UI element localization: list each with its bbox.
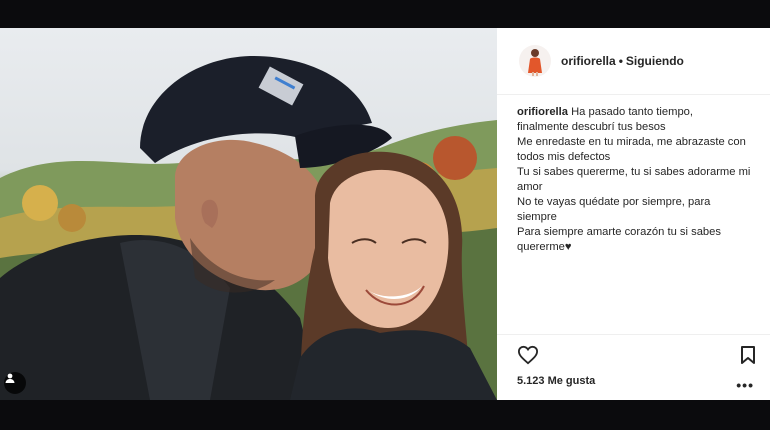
header-separator: • [618, 54, 623, 68]
post-actions: 5.123 Me gusta ••• [497, 334, 770, 401]
caption-line-1: orifiorella Ha pasado tanto tiempo, [517, 105, 757, 120]
likes-count[interactable]: 5.123 Me gusta [517, 375, 595, 387]
caption-line-4: todos mis defectos [517, 151, 611, 163]
more-options-icon[interactable]: ••• [736, 377, 754, 393]
photo-illustration [0, 55, 497, 400]
caption-line-9: Para siempre amarte corazón tu si sabes [517, 226, 721, 238]
post-header: orifiorella • Siguiendo [497, 28, 770, 95]
follow-status-button[interactable]: Siguiendo [626, 54, 684, 68]
caption-line-6: amor [517, 181, 543, 193]
caption-line-8: siempre [517, 211, 557, 223]
caption-line-10: quererme♥ [517, 241, 572, 253]
caption-text: Ha pasado tanto tiempo, [571, 106, 693, 118]
heart-outline-icon[interactable] [517, 345, 539, 365]
post-caption: orifiorella Ha pasado tanto tiempo, fina… [517, 105, 757, 255]
avatar-figure [528, 49, 542, 76]
post-sidebar: orifiorella • Siguiendo orifiorella Ha pas… [497, 28, 770, 400]
caption-line-3: Me enredaste en tu mirada, me abrazaste … [517, 136, 746, 148]
caption-line-7: No te vayas quédate por siempre, para [517, 196, 711, 208]
header-text: orifiorella • Siguiendo [561, 54, 684, 68]
instagram-post: orifiorella • Siguiendo orifiorella Ha pas… [0, 28, 770, 400]
username-link[interactable]: orifiorella [561, 54, 616, 68]
profile-avatar[interactable] [519, 45, 551, 77]
bookmark-outline-icon[interactable] [740, 345, 756, 365]
caption-line-2: finalmente descubrí tus besos [517, 121, 666, 133]
user-tag-icon[interactable] [4, 372, 26, 394]
user-silhouette-icon [5, 373, 15, 383]
caption-username[interactable]: orifiorella [517, 106, 568, 118]
post-photo[interactable] [0, 28, 497, 400]
caption-line-5: Tu si sabes quererme, tu si sabes adorar… [517, 166, 751, 178]
